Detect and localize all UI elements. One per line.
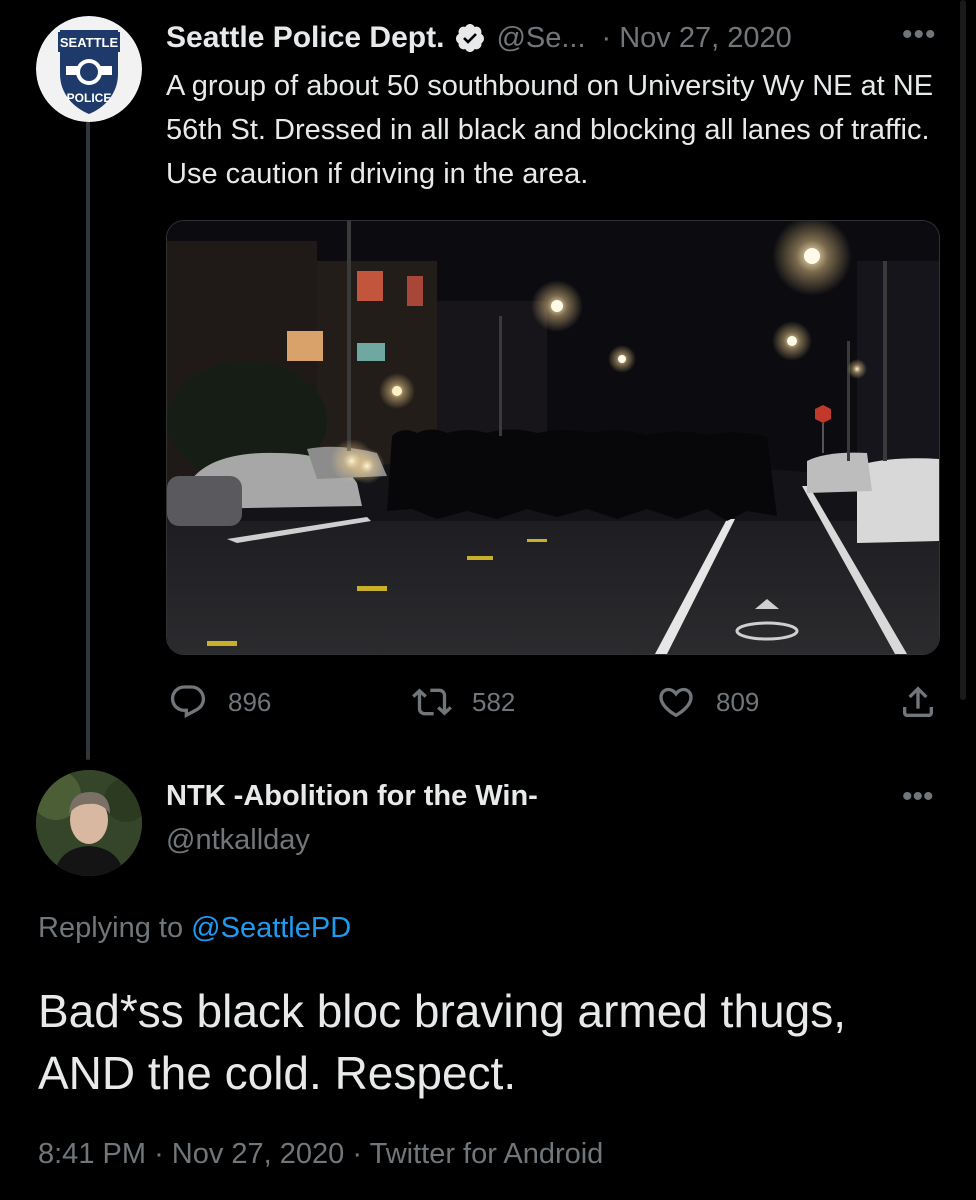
reply-author-handle[interactable]: @ntkallday xyxy=(166,824,310,857)
like-button[interactable]: 809 xyxy=(656,682,759,722)
police-badge-logo: SEATTLE POLICE xyxy=(36,16,142,122)
replying-prefix: Replying to xyxy=(38,912,192,944)
tweet-header: Seattle Police Dept. @Se... · Nov 27, 20… xyxy=(166,18,792,58)
author-handle[interactable]: @Se... xyxy=(496,22,585,55)
separator: · xyxy=(154,1138,164,1170)
share-button[interactable] xyxy=(898,682,958,722)
scrollbar[interactable] xyxy=(960,0,966,700)
reply-date[interactable]: Nov 27, 2020 xyxy=(172,1138,345,1170)
avatar-text-top: SEATTLE xyxy=(60,35,119,50)
tweet-text: A group of about 50 southbound on Univer… xyxy=(166,70,934,190)
tweet-photo[interactable] xyxy=(166,220,940,655)
reply-source[interactable]: Twitter for Android xyxy=(370,1138,604,1170)
ntk-avatar[interactable] xyxy=(36,770,142,876)
reply-icon xyxy=(170,685,206,719)
avatar-text-bottom: POLICE xyxy=(67,91,112,105)
reply-button[interactable]: 896 xyxy=(168,682,271,722)
retweet-button[interactable]: 582 xyxy=(412,682,515,722)
reply-time[interactable]: 8:41 PM xyxy=(38,1138,146,1170)
reply-author-name[interactable]: NTK -Abolition for the Win- xyxy=(166,780,538,813)
separator: · xyxy=(352,1138,363,1170)
profile-photo xyxy=(36,770,142,876)
reply-text: Bad*ss black bloc braving armed thugs, A… xyxy=(38,985,846,1099)
reply-count: 896 xyxy=(228,686,272,717)
author-name[interactable]: Seattle Police Dept. xyxy=(166,21,444,55)
retweet-count: 582 xyxy=(472,686,516,717)
replying-to: Replying to @SeattlePD xyxy=(38,912,351,945)
tweet-meta: 8:41 PM · Nov 27, 2020 · Twitter for And… xyxy=(38,1138,603,1171)
thread-line xyxy=(86,120,90,760)
like-count: 809 xyxy=(716,686,760,717)
replying-to-link[interactable]: @SeattlePD xyxy=(191,912,351,944)
more-icon[interactable]: ••• xyxy=(902,780,934,814)
more-icon[interactable]: ••• xyxy=(902,18,942,58)
tweet-date[interactable]: Nov 27, 2020 xyxy=(619,22,792,55)
night-street-photo xyxy=(167,221,939,654)
separator: · xyxy=(601,21,612,54)
retweet-icon xyxy=(412,688,452,716)
verified-badge-icon xyxy=(454,22,486,54)
like-icon xyxy=(659,687,693,718)
seattle-police-avatar[interactable]: SEATTLE POLICE xyxy=(36,16,142,122)
share-icon xyxy=(903,686,933,717)
